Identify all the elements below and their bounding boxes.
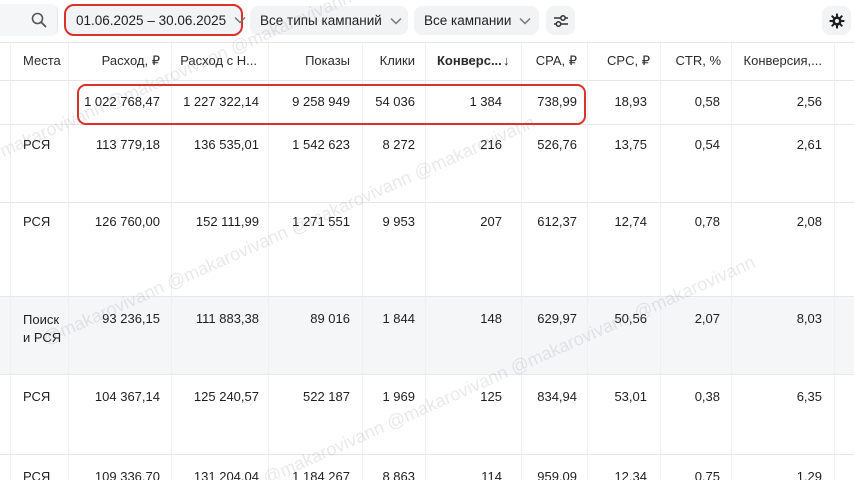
row-conversion-rate: 2,61 <box>796 137 822 152</box>
column-header-cpc[interactable]: CPC, ₽ <box>589 42 650 80</box>
total-ctr: 0,58 <box>694 94 720 109</box>
column-header-conversion-rate[interactable]: Конверсия,... <box>733 42 822 80</box>
table-row[interactable]: РСЯ 104 367,14 125 240,57 522 187 1 969 … <box>0 374 854 454</box>
column-header-conversions[interactable]: Конверс... <box>437 42 503 80</box>
row-ctr: 2,07 <box>694 311 720 326</box>
column-header-ctr[interactable]: CTR, % <box>662 42 722 80</box>
row-conversions: 114 <box>481 469 502 480</box>
row-impressions: 1 184 267 <box>292 469 350 480</box>
table-total-row: 1 022 768,47 1 227 322,14 9 258 949 54 0… <box>0 80 854 124</box>
total-cpa: 738,99 <box>537 94 577 109</box>
row-spend-vat: 125 240,57 <box>193 389 259 404</box>
total-impressions: 9 258 949 <box>292 94 350 109</box>
toolbar: 01.06.2025 – 30.06.2025 Все типы кампани… <box>0 0 854 42</box>
row-cpc: 13,75 <box>614 137 647 152</box>
row-spend: 93 236,15 <box>102 311 160 326</box>
row-spend-vat: 136 535,01 <box>193 137 259 152</box>
total-clicks: 54 036 <box>375 94 415 109</box>
row-cpa: 612,37 <box>537 214 577 229</box>
row-conversion-rate: 6,35 <box>796 389 822 404</box>
row-cpc: 12,34 <box>614 469 647 480</box>
row-spend: 104 367,14 <box>94 389 160 404</box>
settings-button[interactable] <box>822 6 851 35</box>
row-cpc: 50,56 <box>614 311 647 326</box>
sort-desc-icon[interactable]: ↓ <box>503 42 517 80</box>
row-place: Поиск и РСЯ <box>23 312 62 345</box>
total-spend-vat: 1 227 322,14 <box>183 94 259 109</box>
search-button[interactable] <box>28 9 50 31</box>
total-cpc: 18,93 <box>614 94 647 109</box>
row-cpa: 526,76 <box>537 137 577 152</box>
table-row[interactable]: Поиск и РСЯ 93 236,15 111 883,38 89 016 … <box>0 296 854 374</box>
chevron-down-icon <box>234 16 246 24</box>
row-impressions: 1 271 551 <box>292 214 350 229</box>
column-header-place[interactable]: Места <box>23 42 67 80</box>
row-cpa: 629,97 <box>537 311 577 326</box>
row-clicks: 9 953 <box>382 214 415 229</box>
total-conversions: 1 384 <box>469 94 502 109</box>
row-conversion-rate: 2,08 <box>796 214 822 229</box>
chevron-down-icon <box>519 17 531 25</box>
total-spend: 1 022 768,47 <box>84 94 160 109</box>
row-place: РСЯ <box>23 137 51 152</box>
row-ctr: 0,75 <box>694 469 720 480</box>
total-conversion-rate: 2,56 <box>796 94 822 109</box>
row-clicks: 8 272 <box>382 137 415 152</box>
column-header-spend[interactable]: Расход, ₽ <box>70 42 160 80</box>
date-range-picker[interactable]: 01.06.2025 – 30.06.2025 <box>64 4 246 36</box>
campaigns-dropdown[interactable]: Все кампании <box>414 6 539 35</box>
row-cpc: 53,01 <box>614 389 647 404</box>
row-conversions: 148 <box>480 311 502 326</box>
row-impressions: 522 187 <box>303 389 350 404</box>
campaigns-label: Все кампании <box>424 13 512 28</box>
column-header-clicks[interactable]: Клики <box>364 42 415 80</box>
row-spend-vat: 111 883,38 <box>195 311 259 326</box>
row-clicks: 8 863 <box>382 469 415 480</box>
row-cpa: 834,94 <box>537 389 577 404</box>
table-row[interactable]: РСЯ 109 336,70 131 204,04 1 184 267 8 86… <box>0 454 854 480</box>
row-spend-vat: 152 111,99 <box>195 214 259 229</box>
row-spend: 126 760,00 <box>94 214 160 229</box>
statistics-table: Места Расход, ₽ Расход с Н... Показы Кли… <box>0 42 854 480</box>
column-header-spend-vat[interactable]: Расход с Н... <box>173 42 257 80</box>
row-impressions: 89 016 <box>310 311 350 326</box>
row-place: РСЯ <box>23 469 51 480</box>
campaign-types-dropdown[interactable]: Все типы кампаний <box>250 6 408 35</box>
row-conversion-rate: 1,29 <box>796 469 822 480</box>
row-place: РСЯ <box>23 214 51 229</box>
table-row[interactable]: РСЯ 126 760,00 152 111,99 1 271 551 9 95… <box>0 202 854 296</box>
search-icon <box>31 12 47 28</box>
row-spend: 109 336,70 <box>94 469 160 480</box>
row-cpc: 12,74 <box>614 214 647 229</box>
chevron-down-icon <box>390 17 402 25</box>
row-conversions: 125 <box>480 389 502 404</box>
campaign-types-label: Все типы кампаний <box>260 13 382 28</box>
row-conversion-rate: 8,03 <box>796 311 822 326</box>
row-cpa: 959,09 <box>537 469 577 480</box>
row-spend-vat: 131 204,04 <box>193 469 259 480</box>
row-conversions: 207 <box>480 214 502 229</box>
sliders-icon <box>553 14 568 27</box>
column-header-impressions[interactable]: Показы <box>270 42 350 80</box>
table-row[interactable]: РСЯ 113 779,18 136 535,01 1 542 623 8 27… <box>0 124 854 202</box>
row-ctr: 0,78 <box>694 214 720 229</box>
row-conversions: 216 <box>480 137 502 152</box>
column-header-cpa[interactable]: CPA, ₽ <box>523 42 577 80</box>
row-spend: 113 779,18 <box>95 137 160 152</box>
row-ctr: 0,38 <box>694 389 720 404</box>
gear-icon <box>829 13 844 28</box>
row-place: РСЯ <box>23 389 51 404</box>
filter-settings-button[interactable] <box>546 6 575 35</box>
date-range-label: 01.06.2025 – 30.06.2025 <box>76 12 227 28</box>
row-ctr: 0,54 <box>694 137 720 152</box>
row-impressions: 1 542 623 <box>292 137 350 152</box>
row-clicks: 1 969 <box>382 389 415 404</box>
row-clicks: 1 844 <box>382 311 415 326</box>
